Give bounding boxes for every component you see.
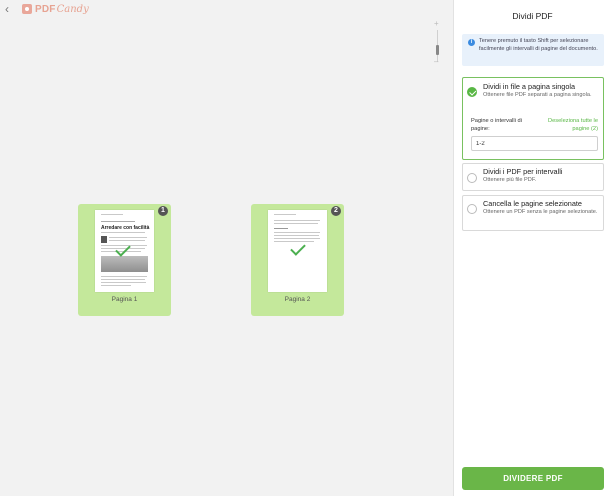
range-label: Pagine o intervalli di pagine: — [471, 118, 522, 132]
page-number-badge: 2 — [331, 206, 341, 216]
thumb-line — [101, 276, 147, 277]
radio-checked-icon[interactable] — [467, 87, 477, 97]
deselect-all-link[interactable]: Deseleziona tutte le pagine (2) — [538, 118, 598, 133]
option-title: Dividi in file a pagina singola — [483, 82, 576, 91]
logo-text: PDF — [35, 3, 56, 15]
page-number-badge: 1 — [158, 206, 168, 216]
thumb-line — [274, 214, 296, 215]
thumb-dropcap — [101, 236, 107, 243]
option-desc: Ottenere più file PDF. — [483, 177, 537, 183]
zoom-out-icon[interactable]: – — [434, 58, 438, 66]
info-box: i Tenere premuto il tasto Shift per sele… — [462, 34, 604, 66]
thumb-line — [109, 237, 147, 238]
thumb-title: Arredare con facilità — [101, 225, 150, 231]
thumb-line — [101, 232, 145, 233]
thumb-line — [274, 235, 319, 236]
thumb-line — [101, 214, 123, 215]
logo-text-candy: Candy — [56, 3, 89, 15]
page-thumbnail-2 — [268, 210, 327, 292]
thumb-line — [274, 238, 320, 239]
option-desc: Ottenere file PDF separati a pagina sing… — [483, 92, 592, 98]
thumb-line — [274, 241, 314, 242]
thumb-line — [101, 285, 131, 286]
thumb-line — [101, 279, 145, 280]
thumb-photo — [101, 256, 148, 272]
thumb-line — [109, 240, 145, 241]
option-desc: Ottenere un PDF senza le pagine selezion… — [483, 209, 598, 215]
logo[interactable]: PDF Candy — [22, 3, 89, 15]
pdfcandy-logo-icon — [22, 4, 32, 14]
option-title: Dividi i PDF per intervalli — [483, 167, 563, 176]
page-label: Pagina 1 — [111, 296, 138, 303]
back-arrow-icon[interactable]: ‹ — [5, 3, 15, 15]
radio-unchecked-icon[interactable] — [467, 173, 477, 183]
thumb-line — [274, 232, 320, 233]
info-icon: i — [468, 39, 475, 46]
option-title: Cancella le pagine selezionate — [483, 199, 582, 208]
page-label: Pagina 2 — [284, 296, 311, 303]
workspace: ‹ PDF Candy + – 1 Arredare con facilità — [0, 0, 453, 496]
panel-title: Dividi PDF — [512, 11, 553, 21]
thumb-line — [274, 220, 320, 221]
checkmark-icon — [115, 241, 131, 257]
info-text: Tenere premuto il tasto Shift per selezi… — [479, 38, 598, 52]
option-split-by-ranges[interactable]: Dividi i PDF per intervalli Ottenere più… — [462, 163, 604, 191]
checkmark-icon — [290, 240, 306, 256]
zoom-in-icon[interactable]: + — [434, 20, 439, 28]
zoom-slider[interactable]: + – — [431, 20, 445, 66]
option-delete-selected[interactable]: Cancella le pagine selezionate Ottenere … — [462, 195, 604, 231]
option-single-pages[interactable]: Dividi in file a pagina singola Ottenere… — [462, 77, 604, 160]
thumb-line — [274, 228, 288, 229]
page-thumbnail-1: Arredare con facilità — [95, 210, 154, 292]
zoom-handle[interactable] — [436, 45, 439, 55]
range-input[interactable] — [471, 136, 598, 151]
split-options-panel: Dividi PDF i Tenere premuto il tasto Shi… — [453, 0, 610, 496]
page-card-1[interactable]: 1 Arredare con facilità Pagina 1 — [78, 204, 171, 316]
top-bar: ‹ PDF Candy — [0, 0, 453, 20]
radio-unchecked-icon[interactable] — [467, 204, 477, 214]
thumb-line — [101, 282, 146, 283]
split-pdf-button[interactable]: DIVIDERE PDF — [462, 467, 604, 490]
thumb-line — [274, 223, 318, 224]
thumb-line — [101, 221, 135, 222]
page-card-2[interactable]: 2 Pagina 2 — [251, 204, 344, 316]
